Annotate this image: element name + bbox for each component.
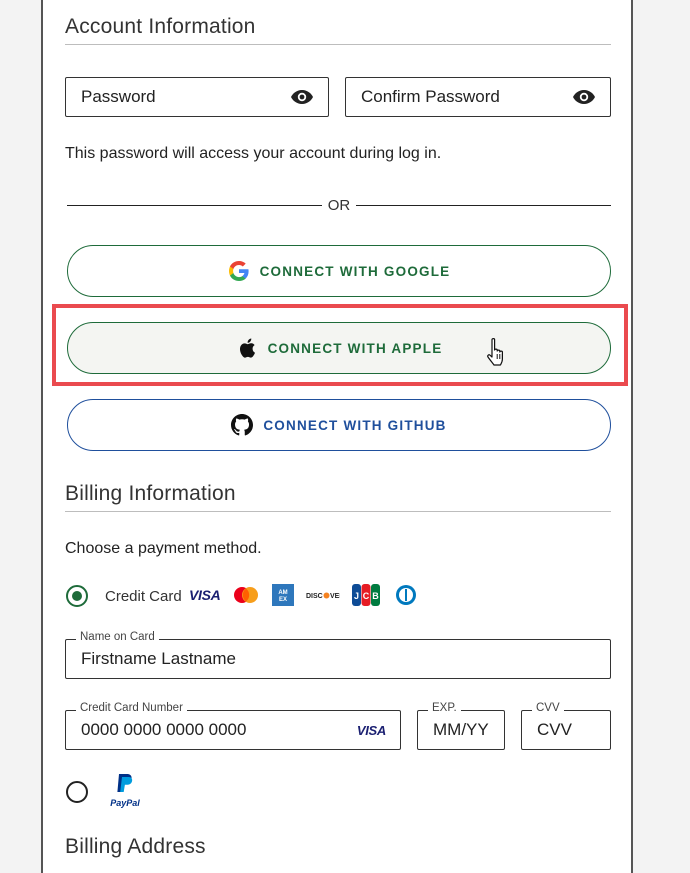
billing-section-title: Billing Information bbox=[65, 482, 236, 505]
selection-highlight bbox=[52, 304, 628, 386]
expiry-label: EXP. bbox=[428, 702, 461, 714]
card-number-label: Credit Card Number bbox=[76, 702, 187, 714]
svg-text:DISC: DISC bbox=[306, 593, 323, 600]
visa-logo-icon: VISA bbox=[189, 587, 221, 603]
name-on-card-field[interactable]: Name on Card Firstname Lastname bbox=[65, 631, 611, 679]
name-on-card-value: Firstname Lastname bbox=[81, 649, 236, 668]
name-on-card-label: Name on Card bbox=[76, 631, 159, 643]
password-field[interactable]: Password bbox=[65, 77, 329, 117]
connect-github-button[interactable]: CONNECT WITH GITHUB bbox=[67, 399, 611, 451]
hand-cursor-icon bbox=[487, 338, 503, 366]
connect-google-label: CONNECT WITH GOOGLE bbox=[259, 263, 451, 279]
expiry-field[interactable]: EXP. MM/YY bbox=[417, 702, 505, 750]
amex-logo-icon: AM EX bbox=[272, 584, 295, 606]
or-label: OR bbox=[327, 196, 351, 214]
github-icon bbox=[231, 414, 254, 436]
account-section-title: Account Information bbox=[65, 15, 256, 38]
confirm-password-placeholder: Confirm Password bbox=[361, 87, 500, 106]
or-divider: OR bbox=[67, 195, 611, 215]
show-password-eye-icon[interactable] bbox=[290, 89, 314, 105]
google-icon bbox=[228, 260, 250, 282]
connect-google-button[interactable]: CONNECT WITH GOOGLE bbox=[67, 245, 611, 297]
connect-github-label: CONNECT WITH GITHUB bbox=[263, 417, 447, 433]
password-placeholder: Password bbox=[81, 87, 156, 106]
expiry-value: MM/YY bbox=[433, 720, 489, 739]
paypal-logo-icon: PayPal bbox=[105, 773, 145, 808]
svg-text:EX: EX bbox=[279, 597, 287, 603]
mastercard-logo-icon bbox=[234, 587, 259, 603]
svg-text:AM: AM bbox=[279, 590, 288, 596]
credit-card-radio[interactable] bbox=[66, 585, 88, 607]
svg-text:VER: VER bbox=[330, 593, 340, 600]
card-number-value: 0000 0000 0000 0000 bbox=[81, 720, 247, 739]
password-help-text: This password will access your account d… bbox=[65, 145, 442, 162]
cvv-label: CVV bbox=[532, 702, 564, 714]
card-brand-list: VISA AM EX DISC VER J C B bbox=[189, 584, 420, 606]
diners-club-logo-icon bbox=[396, 585, 417, 605]
jcb-logo-icon: J C B bbox=[352, 584, 381, 606]
form-panel: Account Information Password Confirm Pas… bbox=[41, 0, 633, 873]
card-number-visa-icon: VISA bbox=[356, 722, 386, 738]
payment-method-prompt: Choose a payment method. bbox=[65, 540, 262, 557]
confirm-password-field[interactable]: Confirm Password bbox=[345, 77, 611, 117]
cvv-value: CVV bbox=[537, 720, 572, 739]
paypal-radio[interactable] bbox=[66, 781, 88, 803]
credit-card-label: Credit Card bbox=[105, 588, 182, 605]
paypal-label: PayPal bbox=[110, 798, 140, 808]
svg-text:J: J bbox=[354, 591, 359, 601]
show-confirm-password-eye-icon[interactable] bbox=[572, 89, 596, 105]
card-number-field[interactable]: Credit Card Number 0000 0000 0000 0000 V… bbox=[65, 702, 401, 750]
discover-logo-icon: DISC VER bbox=[306, 592, 340, 600]
svg-text:C: C bbox=[363, 591, 370, 601]
svg-text:B: B bbox=[373, 591, 380, 601]
billing-address-section-title: Billing Address bbox=[65, 835, 206, 858]
account-divider bbox=[65, 44, 611, 45]
cvv-field[interactable]: CVV CVV bbox=[521, 702, 611, 750]
billing-divider bbox=[65, 511, 611, 512]
